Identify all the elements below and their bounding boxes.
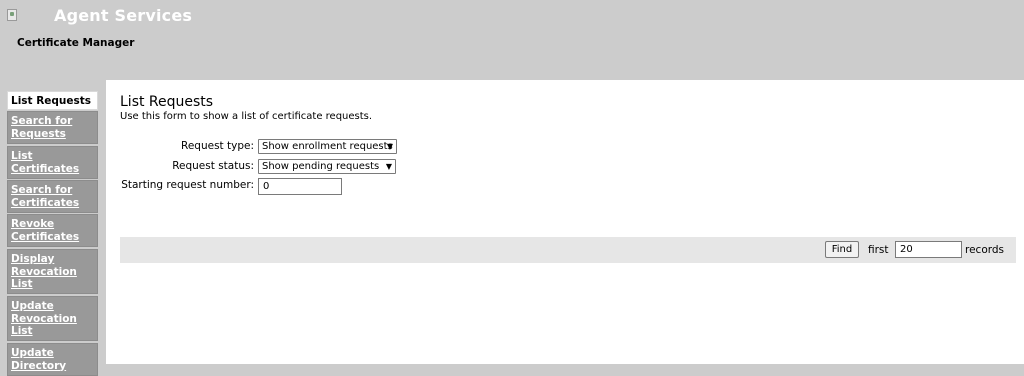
sidebar-item-search-requests[interactable]: Search for Requests bbox=[7, 111, 98, 144]
sidebar-item-link[interactable]: Update Directory bbox=[11, 347, 66, 372]
sidebar-item-update-directory[interactable]: Update Directory bbox=[7, 343, 98, 376]
starting-request-number-input[interactable]: 0 bbox=[258, 178, 342, 195]
sidebar-item-list-certificates[interactable]: List Certificates bbox=[7, 146, 98, 179]
request-status-value: Show pending requests bbox=[262, 161, 380, 172]
page-title: List Requests bbox=[120, 94, 214, 110]
app-subtitle: Certificate Manager bbox=[17, 37, 135, 49]
app-title: Agent Services bbox=[54, 6, 193, 25]
sidebar-item-label: List Requests bbox=[11, 95, 92, 107]
request-type-select[interactable]: Show enrollment requests ▼ bbox=[258, 139, 397, 154]
sidebar-item-list-requests[interactable]: List Requests bbox=[7, 91, 98, 110]
request-type-label: Request type: bbox=[181, 140, 254, 152]
chevron-down-icon: ▼ bbox=[386, 142, 393, 151]
starting-request-number-label: Starting request number: bbox=[121, 179, 254, 191]
sidebar-item-update-revocation-list[interactable]: Update Revocation List bbox=[7, 296, 98, 341]
sidebar-item-link[interactable]: Search for Requests bbox=[11, 115, 72, 140]
sidebar-item-link[interactable]: Search for Certificates bbox=[11, 184, 79, 209]
request-status-select[interactable]: Show pending requests ▼ bbox=[258, 159, 396, 174]
records-label: records bbox=[965, 244, 1005, 256]
sidebar-item-link[interactable]: List Certificates bbox=[11, 150, 79, 175]
sidebar-item-display-revocation-list[interactable]: Display Revocation List bbox=[7, 249, 98, 294]
page-description: Use this form to show a list of certific… bbox=[120, 111, 373, 122]
sidebar: List Requests Search for Requests List C… bbox=[0, 80, 106, 376]
sidebar-item-revoke-certificates[interactable]: Revoke Certificates bbox=[7, 214, 98, 247]
request-status-label: Request status: bbox=[172, 160, 254, 172]
logo-image bbox=[7, 9, 17, 21]
main-panel: List Requests Use this form to show a li… bbox=[106, 80, 1024, 364]
sidebar-item-search-certificates[interactable]: Search for Certificates bbox=[7, 180, 98, 213]
chevron-down-icon: ▼ bbox=[385, 162, 392, 171]
find-toolbar: Find first 20 records bbox=[120, 237, 1016, 263]
header: Agent Services Certificate Manager bbox=[0, 0, 1024, 80]
sidebar-item-link[interactable]: Display Revocation List bbox=[11, 253, 77, 290]
record-count-input[interactable]: 20 bbox=[895, 241, 962, 258]
request-type-value: Show enrollment requests bbox=[262, 141, 393, 152]
first-label: first bbox=[868, 244, 889, 256]
find-button[interactable]: Find bbox=[825, 241, 859, 258]
sidebar-item-link[interactable]: Revoke Certificates bbox=[11, 218, 79, 243]
sidebar-item-link[interactable]: Update Revocation List bbox=[11, 300, 77, 337]
